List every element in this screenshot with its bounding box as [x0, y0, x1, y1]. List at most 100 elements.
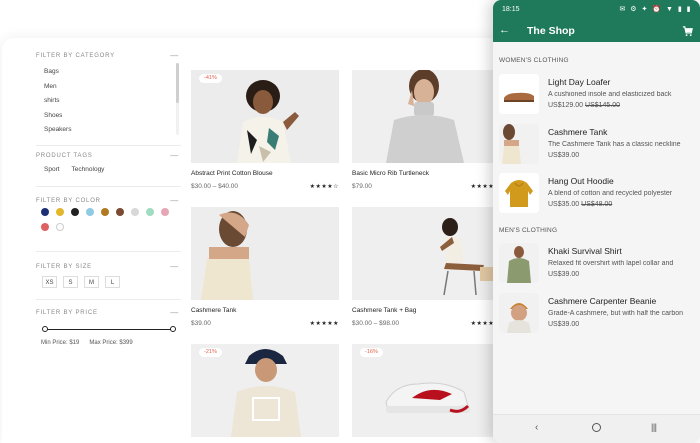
tag-technology[interactable]: Technology — [72, 166, 105, 173]
nav-home-icon[interactable] — [592, 423, 601, 432]
collapse-icon[interactable]: — — [170, 308, 179, 317]
product-name[interactable]: Abstract Print Cotton Blouse — [191, 170, 273, 177]
shirt-thumbnail — [499, 243, 539, 283]
product-list-item[interactable]: Light Day Loafer A cushioned insole and … — [493, 72, 700, 120]
tags-filter-header[interactable]: PRODUCT TAGS — — [36, 151, 181, 160]
product-image[interactable]: -41% — [191, 70, 339, 163]
color-swatch[interactable] — [41, 208, 49, 216]
product-name[interactable]: Cashmere Tank + Bag — [352, 307, 416, 314]
phone-frame: 18:15 ✉ ⚙ ✦ ⏰ ▼ ▮ ▮ ← The Shop WOMEN'S C… — [493, 0, 700, 443]
price-filter-header[interactable]: FILTER BY PRICE — — [36, 308, 181, 317]
product-price: US$39.00 — [548, 271, 580, 278]
app-bar: ← The Shop — [493, 22, 700, 42]
product-image[interactable] — [191, 207, 339, 300]
product-list-item[interactable]: Khaki Survival Shirt Relaxed fit overshi… — [493, 241, 700, 289]
product-description: Grade-A cashmere, but with half the carb… — [548, 310, 684, 317]
tag-sport[interactable]: Sport — [44, 166, 60, 173]
back-arrow-icon[interactable]: ← — [499, 24, 510, 36]
category-item-shirts[interactable]: shirts — [44, 94, 71, 109]
web-shop-panel: FILTER BY CATEGORY — Bags Men shirts Sho… — [2, 38, 522, 443]
size-filter-title: FILTER BY SIZE — [36, 263, 92, 270]
price-slider-track — [44, 328, 174, 330]
color-swatch[interactable] — [71, 208, 79, 216]
size-filter-header[interactable]: FILTER BY SIZE — — [36, 262, 181, 271]
collapse-icon[interactable]: — — [170, 262, 179, 271]
filter-sidebar: FILTER BY CATEGORY — Bags Men shirts Sho… — [2, 38, 182, 443]
woman-turtleneck-photo — [352, 70, 500, 163]
size-options: XS S M L — [42, 276, 120, 288]
product-price-row: US$35.00 US$48.00 — [548, 201, 612, 208]
product-list-item[interactable]: Hang Out Hoodie A blend of cotton and re… — [493, 171, 700, 219]
size-filter: FILTER BY SIZE — XS S M L — [36, 262, 181, 300]
category-scrollbar[interactable] — [176, 63, 179, 103]
nav-back-icon[interactable]: ‹ — [535, 422, 538, 433]
discount-badge: -16% — [360, 348, 383, 357]
price-max-handle[interactable] — [170, 326, 176, 332]
cart-icon[interactable] — [682, 24, 693, 42]
tags-filter: PRODUCT TAGS — Sport Technology — [36, 151, 181, 187]
category-list: Bags Men shirts Shoes Speakers — [44, 65, 71, 138]
divider — [36, 251, 181, 252]
product-image[interactable] — [352, 207, 500, 300]
man-tshirt-photo — [191, 344, 339, 437]
category-filter-header[interactable]: FILTER BY CATEGORY — — [36, 51, 181, 60]
divider — [36, 299, 181, 300]
color-swatch[interactable] — [41, 223, 49, 231]
category-item-shoes[interactable]: Shoes — [44, 109, 71, 124]
nav-recents-icon[interactable]: ||| — [651, 422, 657, 432]
size-xs[interactable]: XS — [42, 276, 57, 288]
product-title: Cashmere Tank — [548, 127, 608, 137]
collapse-icon[interactable]: — — [170, 196, 179, 205]
tags-filter-title: PRODUCT TAGS — [36, 152, 93, 159]
product-old-price: US$145.00 — [585, 102, 621, 109]
color-swatch[interactable] — [116, 208, 124, 216]
status-time: 18:15 — [502, 6, 520, 13]
color-swatch[interactable] — [131, 208, 139, 216]
collapse-icon[interactable]: — — [170, 51, 179, 60]
price-range-slider[interactable] — [42, 326, 176, 332]
beanie-thumbnail — [499, 293, 539, 333]
product-description: Relaxed fit overshirt with lapel collar … — [548, 260, 674, 267]
color-swatch[interactable] — [101, 208, 109, 216]
product-image[interactable]: -16% — [352, 344, 500, 437]
category-filter: FILTER BY CATEGORY — Bags Men shirts Sho… — [36, 51, 181, 146]
product-price-row: US$39.00 — [548, 321, 581, 328]
size-m[interactable]: M — [84, 276, 99, 288]
product-description: The Cashmere Tank has a classic neckline — [548, 141, 681, 148]
color-swatches — [41, 208, 171, 231]
product-title: Cashmere Carpenter Beanie — [548, 296, 657, 306]
size-l[interactable]: L — [105, 276, 120, 288]
size-s[interactable]: S — [63, 276, 78, 288]
product-price: US$39.00 — [548, 321, 580, 328]
color-swatch[interactable] — [56, 223, 64, 231]
price-labels: Min Price: $19 Max Price: $399 — [41, 340, 133, 346]
tank-thumbnail — [499, 124, 539, 164]
product-price-row: US$129.00 US$145.00 — [548, 102, 620, 109]
sneaker-photo — [352, 344, 500, 437]
product-image[interactable] — [352, 70, 500, 163]
category-item-speakers[interactable]: Speakers — [44, 123, 71, 138]
category-item-men[interactable]: Men — [44, 80, 71, 95]
color-swatch[interactable] — [86, 208, 94, 216]
price-min-handle[interactable] — [42, 326, 48, 332]
color-filter-title: FILTER BY COLOR — [36, 197, 101, 204]
product-description: A cushioned insole and elasticized back — [548, 91, 672, 98]
product-image[interactable]: -21% — [191, 344, 339, 437]
category-item-bags[interactable]: Bags — [44, 65, 71, 80]
product-old-price: US$48.00 — [581, 201, 613, 208]
app-title: The Shop — [527, 25, 575, 37]
product-list-item[interactable]: Cashmere Carpenter Beanie Grade-A cashme… — [493, 291, 700, 339]
status-bar: 18:15 ✉ ⚙ ✦ ⏰ ▼ ▮ ▮ — [493, 0, 700, 22]
color-filter-header[interactable]: FILTER BY COLOR — — [36, 196, 181, 205]
collapse-icon[interactable]: — — [170, 151, 179, 160]
product-list-item[interactable]: Cashmere Tank The Cashmere Tank has a cl… — [493, 122, 700, 170]
divider — [36, 145, 181, 146]
tag-list: Sport Technology — [44, 166, 104, 173]
discount-badge: -21% — [199, 348, 222, 357]
color-swatch[interactable] — [161, 208, 169, 216]
color-swatch[interactable] — [146, 208, 154, 216]
product-name[interactable]: Cashmere Tank — [191, 307, 236, 314]
color-swatch[interactable] — [56, 208, 64, 216]
product-price: $79.00 — [352, 183, 372, 190]
product-name[interactable]: Basic Micro Rib Turtleneck — [352, 170, 429, 177]
